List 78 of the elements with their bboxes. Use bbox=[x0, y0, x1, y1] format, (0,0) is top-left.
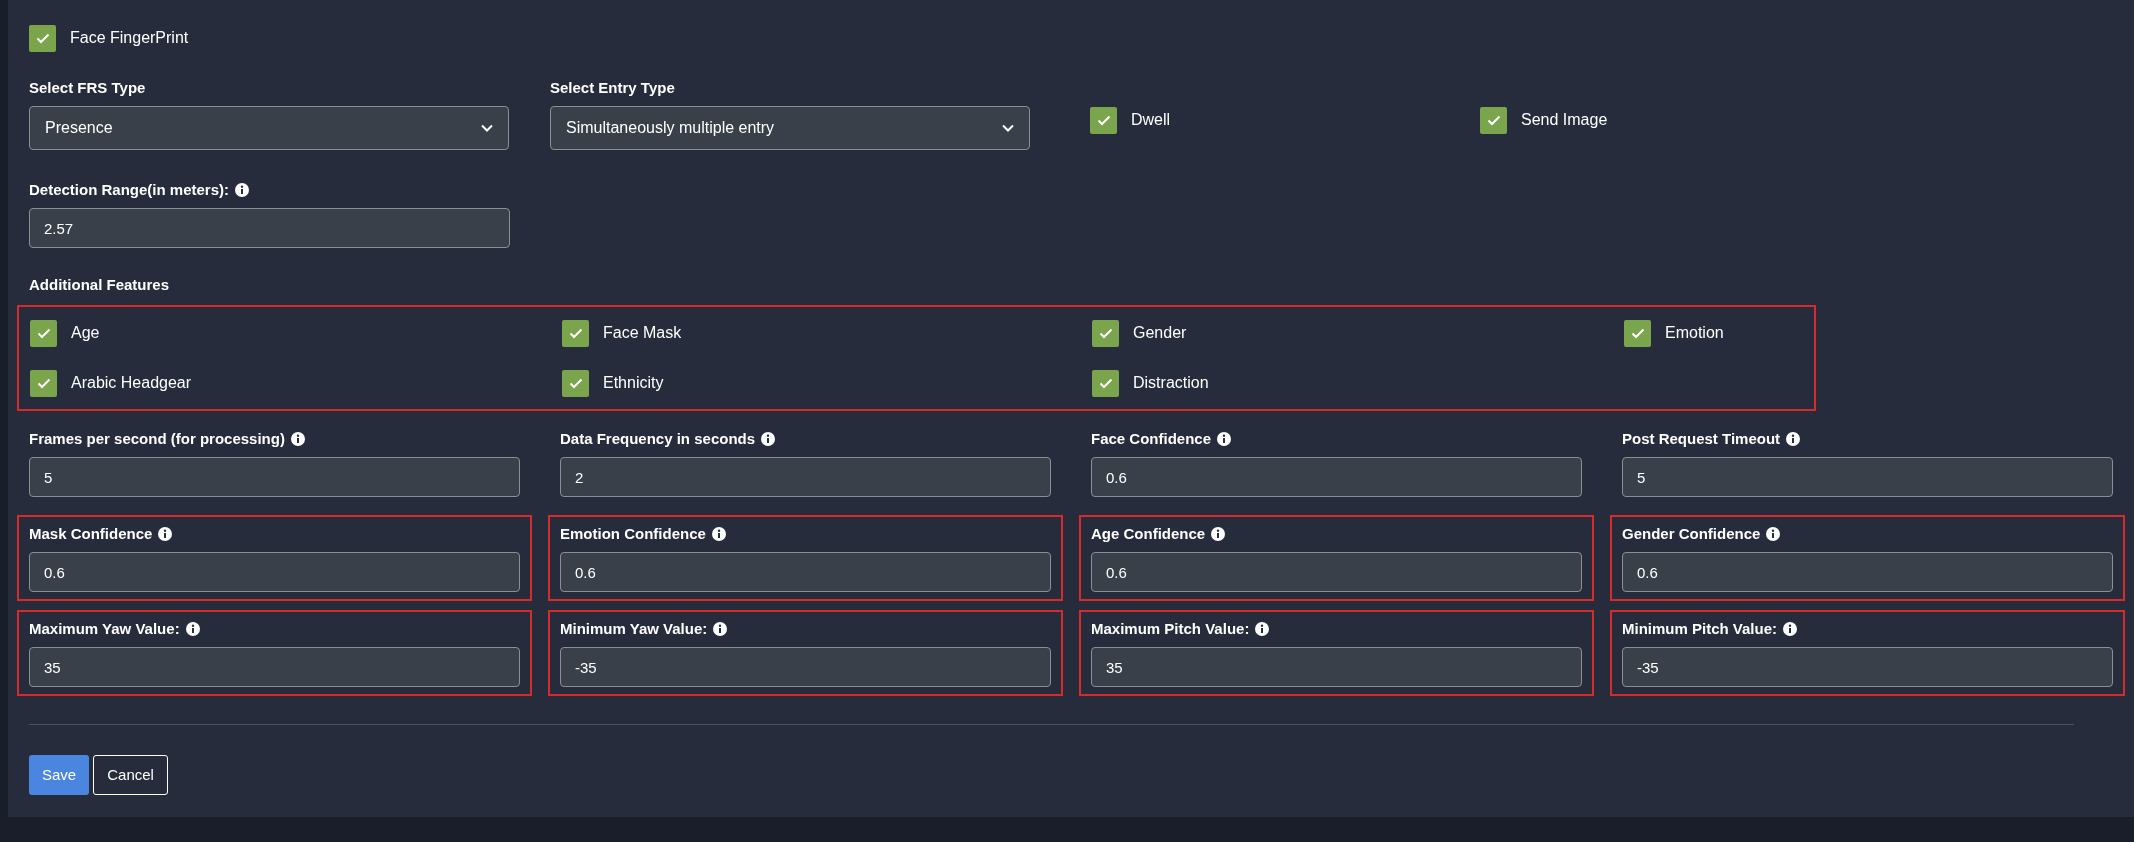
checkmark-icon bbox=[35, 32, 50, 44]
field-label: Detection Range(in meters): bbox=[29, 179, 230, 200]
input-field[interactable]: 35 bbox=[29, 647, 520, 687]
input-field[interactable]: 5 bbox=[1622, 457, 2113, 497]
info-icon bbox=[1766, 527, 1781, 541]
checkbox[interactable] bbox=[562, 369, 589, 397]
info-icon bbox=[1255, 622, 1270, 636]
info-icon bbox=[290, 432, 305, 446]
checkbox-label: Dwell bbox=[1131, 110, 1171, 130]
checkbox-label: Emotion bbox=[1665, 323, 1724, 343]
checkmark-icon bbox=[1098, 377, 1113, 389]
checkbox-label: Send Image bbox=[1521, 110, 1608, 130]
checkbox[interactable] bbox=[30, 369, 57, 397]
checkbox[interactable] bbox=[1092, 319, 1119, 347]
input-field[interactable]: 35 bbox=[1091, 647, 1582, 687]
checkbox[interactable] bbox=[1480, 106, 1507, 134]
input-field[interactable]: -35 bbox=[1622, 647, 2113, 687]
info-icon bbox=[185, 622, 200, 636]
field-label: Maximum Pitch Value: bbox=[1091, 618, 1250, 639]
field-label: Emotion Confidence bbox=[560, 523, 706, 544]
checkbox-label: Gender bbox=[1133, 323, 1187, 343]
checkmark-icon bbox=[1486, 114, 1501, 126]
info-icon bbox=[235, 183, 250, 197]
field-label: Select FRS Type bbox=[29, 77, 146, 98]
input-field[interactable]: 2.57 bbox=[29, 208, 510, 248]
info-icon bbox=[1217, 432, 1232, 446]
field-label: Gender Confidence bbox=[1622, 523, 1761, 544]
chevron-down-icon bbox=[481, 124, 493, 132]
checkbox-label: Arabic Headgear bbox=[71, 373, 192, 393]
checkmark-icon bbox=[1096, 114, 1111, 126]
checkbox[interactable] bbox=[1092, 369, 1119, 397]
checkmark-icon bbox=[568, 377, 583, 389]
checkbox[interactable] bbox=[1624, 319, 1651, 347]
checkmark-icon bbox=[36, 327, 51, 339]
input-field[interactable]: 0.6 bbox=[1091, 552, 1582, 592]
save-button[interactable]: Save bbox=[29, 755, 90, 795]
info-icon bbox=[711, 527, 726, 541]
cancel-button[interactable]: Cancel bbox=[93, 755, 168, 795]
info-icon bbox=[761, 432, 776, 446]
info-icon bbox=[1783, 622, 1798, 636]
checkbox-label: Face Mask bbox=[603, 323, 682, 343]
input-field[interactable]: 0.6 bbox=[1622, 552, 2113, 592]
field-label: Post Request Timeout bbox=[1622, 428, 1781, 449]
checkmark-icon bbox=[1098, 327, 1113, 339]
checkmark-icon bbox=[1630, 327, 1645, 339]
info-icon bbox=[1211, 527, 1226, 541]
checkbox[interactable] bbox=[29, 24, 56, 52]
field-label: Face Confidence bbox=[1091, 428, 1212, 449]
input-field[interactable]: 0.6 bbox=[560, 552, 1051, 592]
section-title: Additional Features bbox=[29, 276, 170, 293]
field-label: Mask Confidence bbox=[29, 523, 153, 544]
field-label: Select Entry Type bbox=[550, 77, 675, 98]
field-label: Frames per second (for processing) bbox=[29, 428, 285, 449]
checkmark-icon bbox=[36, 377, 51, 389]
checkbox-label: Face FingerPrint bbox=[70, 28, 189, 48]
checkbox-label: Age bbox=[71, 323, 100, 343]
input-field[interactable]: 0.6 bbox=[29, 552, 520, 592]
checkbox[interactable] bbox=[1090, 106, 1117, 134]
info-icon bbox=[158, 527, 173, 541]
input-field[interactable]: 2 bbox=[560, 457, 1051, 497]
info-icon bbox=[1786, 432, 1801, 446]
info-icon bbox=[713, 622, 728, 636]
select-dropdown[interactable]: Simultaneously multiple entry bbox=[550, 106, 1030, 150]
chevron-down-icon bbox=[1002, 124, 1014, 132]
checkmark-icon bbox=[568, 327, 583, 339]
field-label: Age Confidence bbox=[1091, 523, 1206, 544]
field-label: Data Frequency in seconds bbox=[560, 428, 756, 449]
checkbox-label: Ethnicity bbox=[603, 373, 664, 393]
checkbox[interactable] bbox=[30, 319, 57, 347]
input-field[interactable]: 0.6 bbox=[1091, 457, 1582, 497]
checkbox-label: Distraction bbox=[1133, 373, 1209, 393]
input-field[interactable]: -35 bbox=[560, 647, 1051, 687]
field-label: Minimum Yaw Value: bbox=[560, 618, 708, 639]
input-field[interactable]: 5 bbox=[29, 457, 520, 497]
select-dropdown[interactable]: Presence bbox=[29, 106, 509, 150]
field-label: Maximum Yaw Value: bbox=[29, 618, 180, 639]
field-label: Minimum Pitch Value: bbox=[1622, 618, 1778, 639]
checkbox[interactable] bbox=[562, 319, 589, 347]
